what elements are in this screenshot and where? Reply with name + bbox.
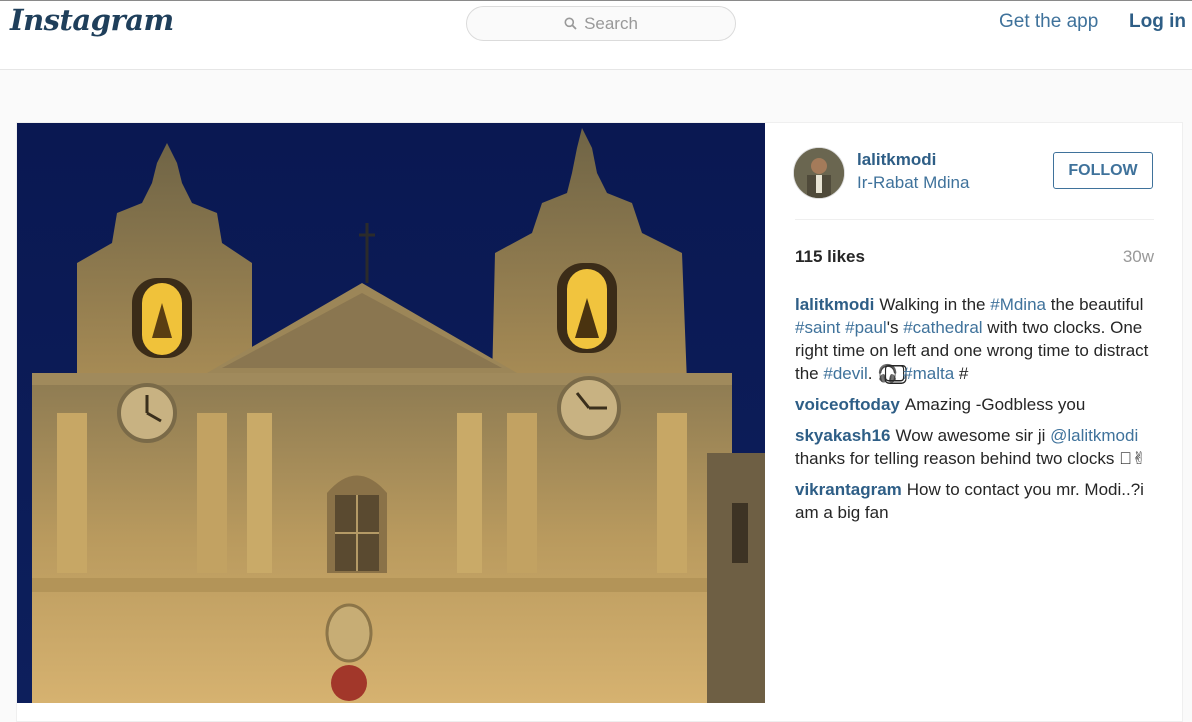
comment-item: vikrantagram How to contact you mr. Modi.… (795, 478, 1157, 524)
get-the-app-link[interactable]: Get the app (999, 11, 1098, 33)
likes-count[interactable]: 115 likes (795, 247, 865, 267)
profile-picture (794, 148, 844, 198)
hashtag-link[interactable]: #malta (903, 364, 954, 383)
hashtag-link[interactable]: #cathedral (903, 318, 982, 337)
post-age[interactable]: 30w (1123, 247, 1154, 267)
caption-text: the beautiful (1046, 295, 1144, 314)
post-card: lalitkmodi Ir-Rabat Mdina FOLLOW 115 lik… (16, 122, 1183, 722)
comment-item: skyakash16 Wow awesome sir ji @lalitkmodi… (795, 424, 1157, 470)
post-author-username[interactable]: lalitkmodi (857, 150, 936, 170)
hashtag-link[interactable]: #Mdina (990, 295, 1046, 314)
caption-text: Walking in the (879, 295, 991, 314)
comment-username[interactable]: vikrantagram (795, 480, 902, 499)
hashtag-link[interactable]: #saint (795, 318, 840, 337)
top-navigation-bar: Instagram Search Get the app Log in (0, 0, 1192, 70)
caption-text: # (954, 364, 969, 383)
post-location[interactable]: Ir-Rabat Mdina (857, 173, 969, 193)
mention-link[interactable]: @lalitkmodi (1050, 426, 1138, 445)
avatar[interactable] (793, 147, 845, 199)
comments-list: lalitkmodi Walking in the #Mdina the beau… (795, 293, 1157, 532)
caption-text: . 🎧⃣ (867, 364, 904, 383)
search-input[interactable]: Search (466, 6, 736, 41)
post-photo[interactable] (17, 123, 765, 703)
comment-text: Wow awesome sir ji (895, 426, 1051, 445)
comment-username[interactable]: voiceoftoday (795, 395, 900, 414)
cathedral-image (17, 123, 765, 703)
comment-username[interactable]: skyakash16 (795, 426, 890, 445)
hashtag-link[interactable]: #devil (823, 364, 867, 383)
follow-button[interactable]: FOLLOW (1053, 152, 1153, 189)
comment-text: Amazing -Godbless you (904, 395, 1086, 414)
divider (795, 219, 1154, 220)
caption-username[interactable]: lalitkmodi (795, 295, 874, 314)
search-placeholder: Search (584, 13, 638, 33)
caption: lalitkmodi Walking in the #Mdina the beau… (795, 293, 1157, 385)
log-in-link[interactable]: Log in (1129, 11, 1186, 33)
search-icon (564, 17, 577, 30)
instagram-logo[interactable]: Instagram (10, 3, 174, 37)
comment-text: thanks for telling reason behind two clo… (795, 449, 1147, 468)
comment-item: voiceoftoday Amazing -Godbless you (795, 393, 1157, 416)
hashtag-link[interactable]: #paul (845, 318, 887, 337)
post-sidebar: lalitkmodi Ir-Rabat Mdina FOLLOW 115 lik… (765, 123, 1184, 703)
caption-text: 's (886, 318, 904, 337)
